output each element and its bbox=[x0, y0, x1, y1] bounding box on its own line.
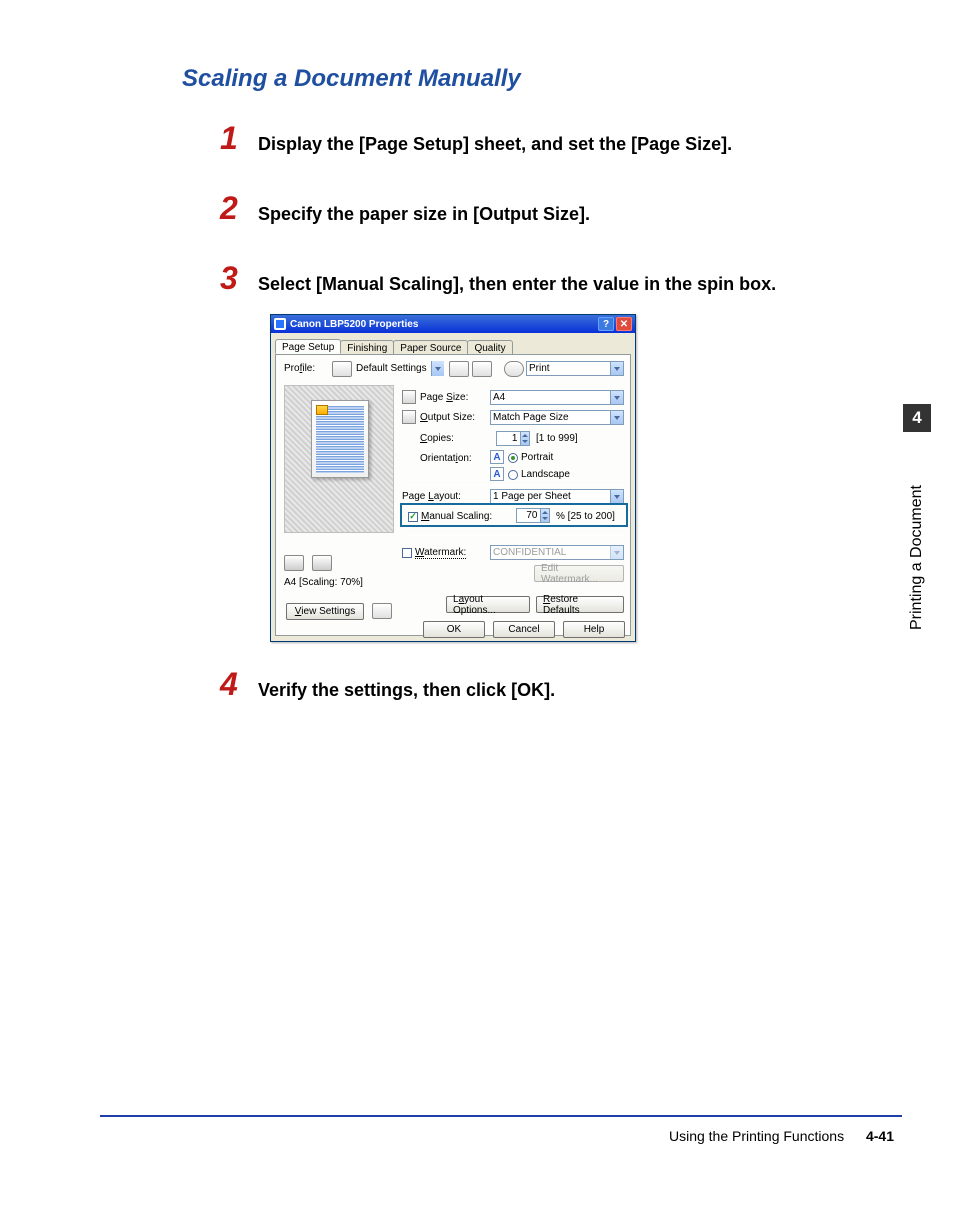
chevron-down-icon bbox=[610, 546, 623, 559]
tab-row: Page Setup Finishing Paper Source Qualit… bbox=[275, 336, 635, 354]
help-button[interactable]: Help bbox=[563, 621, 625, 638]
page-footer: Using the Printing Functions 4-41 bbox=[669, 1128, 894, 1144]
page-size-value: A4 bbox=[493, 392, 505, 403]
edit-watermark-button: Edit Watermark... bbox=[534, 565, 624, 582]
help-titlebar-button[interactable]: ? bbox=[598, 317, 614, 331]
page-size-label: Page Size: bbox=[420, 392, 468, 403]
view-settings-icon[interactable] bbox=[372, 603, 392, 619]
layout-options-button[interactable]: Layout Options... bbox=[446, 596, 530, 613]
profile-save-icon[interactable] bbox=[332, 361, 352, 377]
output-size-dropdown[interactable]: Match Page Size bbox=[490, 410, 624, 425]
landscape-radio[interactable]: Landscape bbox=[508, 469, 570, 480]
output-size-field-icon bbox=[402, 410, 416, 424]
page-layout-label: Page Layout: bbox=[402, 491, 461, 502]
footer-text: Using the Printing Functions bbox=[669, 1128, 844, 1144]
portrait-orientation-icon: A bbox=[490, 450, 504, 464]
side-chapter-tab: 4 bbox=[903, 404, 931, 432]
properties-dialog: Canon LBP5200 Properties ? ✕ Page Setup … bbox=[270, 314, 636, 642]
preview-mode-icon-2[interactable] bbox=[312, 555, 332, 571]
copies-input[interactable] bbox=[497, 432, 520, 445]
profile-value-text: Default Settings bbox=[356, 363, 427, 374]
profile-icon-1[interactable] bbox=[449, 361, 469, 377]
cancel-button[interactable]: Cancel bbox=[493, 621, 555, 638]
watermark-dropdown: CONFIDENTIAL bbox=[490, 545, 624, 560]
page-size-dropdown[interactable]: A4 bbox=[490, 390, 624, 405]
watermark-value: CONFIDENTIAL bbox=[493, 547, 566, 558]
chevron-down-icon bbox=[610, 391, 623, 404]
side-chapter-label: Printing a Document bbox=[903, 440, 931, 630]
print-type-dropdown[interactable]: Print bbox=[526, 361, 624, 376]
watermark-checkbox[interactable]: Watermark: bbox=[402, 547, 466, 559]
printer-icon bbox=[274, 318, 286, 330]
copies-label: Copies: bbox=[420, 433, 454, 444]
footer-page-number: 4-41 bbox=[866, 1128, 894, 1144]
page-size-field-icon bbox=[402, 390, 416, 404]
restore-defaults-button[interactable]: Restore Defaults bbox=[536, 596, 624, 613]
output-size-value: Match Page Size bbox=[493, 412, 569, 423]
step-number-1: 1 bbox=[220, 120, 238, 157]
orientation-label: Orientation: bbox=[420, 453, 472, 464]
copies-spinner[interactable] bbox=[496, 431, 530, 446]
step-number-2: 2 bbox=[220, 190, 238, 227]
tab-page-setup[interactable]: Page Setup bbox=[275, 339, 341, 354]
step-number-3: 3 bbox=[220, 260, 238, 297]
step-text-4: Verify the settings, then click [OK]. bbox=[258, 680, 874, 701]
chevron-down-icon bbox=[610, 362, 623, 375]
portrait-radio[interactable]: Portrait bbox=[508, 452, 553, 463]
chevron-down-icon bbox=[610, 490, 623, 503]
ok-button[interactable]: OK bbox=[423, 621, 485, 638]
output-size-label: Output Size: bbox=[420, 412, 475, 423]
profile-label: Profile: bbox=[284, 363, 315, 374]
manual-scaling-range: % [25 to 200] bbox=[556, 511, 615, 522]
print-type-value: Print bbox=[529, 363, 550, 374]
dialog-title: Canon LBP5200 Properties bbox=[290, 319, 418, 330]
manual-scaling-input[interactable] bbox=[517, 509, 540, 522]
profile-icon-2[interactable] bbox=[472, 361, 492, 377]
spinner-down-icon[interactable] bbox=[521, 439, 529, 446]
tab-finishing[interactable]: Finishing bbox=[340, 340, 394, 354]
chevron-down-icon bbox=[610, 411, 623, 424]
step-text-3: Select [Manual Scaling], then enter the … bbox=[258, 274, 874, 295]
step-number-4: 4 bbox=[220, 666, 238, 703]
tab-panel: Profile: Default Settings Print bbox=[275, 354, 631, 636]
tab-quality[interactable]: Quality bbox=[467, 340, 512, 354]
section-heading: Scaling a Document Manually bbox=[182, 65, 521, 93]
footer-divider bbox=[100, 1115, 902, 1117]
page-layout-dropdown[interactable]: 1 Page per Sheet bbox=[490, 489, 624, 504]
print-type-icon bbox=[504, 361, 524, 377]
profile-dropdown-arrow[interactable] bbox=[431, 361, 444, 376]
step-text-1: Display the [Page Setup] sheet, and set … bbox=[258, 134, 874, 155]
spinner-down-icon[interactable] bbox=[541, 516, 549, 523]
tab-paper-source[interactable]: Paper Source bbox=[393, 340, 468, 354]
dialog-titlebar[interactable]: Canon LBP5200 Properties ? ✕ bbox=[271, 315, 635, 333]
preview-caption: A4 [Scaling: 70%] bbox=[284, 577, 363, 588]
copies-range: [1 to 999] bbox=[536, 433, 578, 444]
step-text-2: Specify the paper size in [Output Size]. bbox=[258, 204, 874, 225]
close-titlebar-button[interactable]: ✕ bbox=[616, 317, 632, 331]
preview-mode-icon-1[interactable] bbox=[284, 555, 304, 571]
manual-scaling-spinner[interactable] bbox=[516, 508, 550, 523]
page-layout-value: 1 Page per Sheet bbox=[493, 491, 571, 502]
landscape-orientation-icon: A bbox=[490, 467, 504, 481]
manual-scaling-checkbox[interactable]: Manual Scaling: bbox=[408, 511, 492, 522]
page-preview bbox=[284, 385, 394, 533]
view-settings-button[interactable]: View Settings bbox=[286, 603, 364, 620]
